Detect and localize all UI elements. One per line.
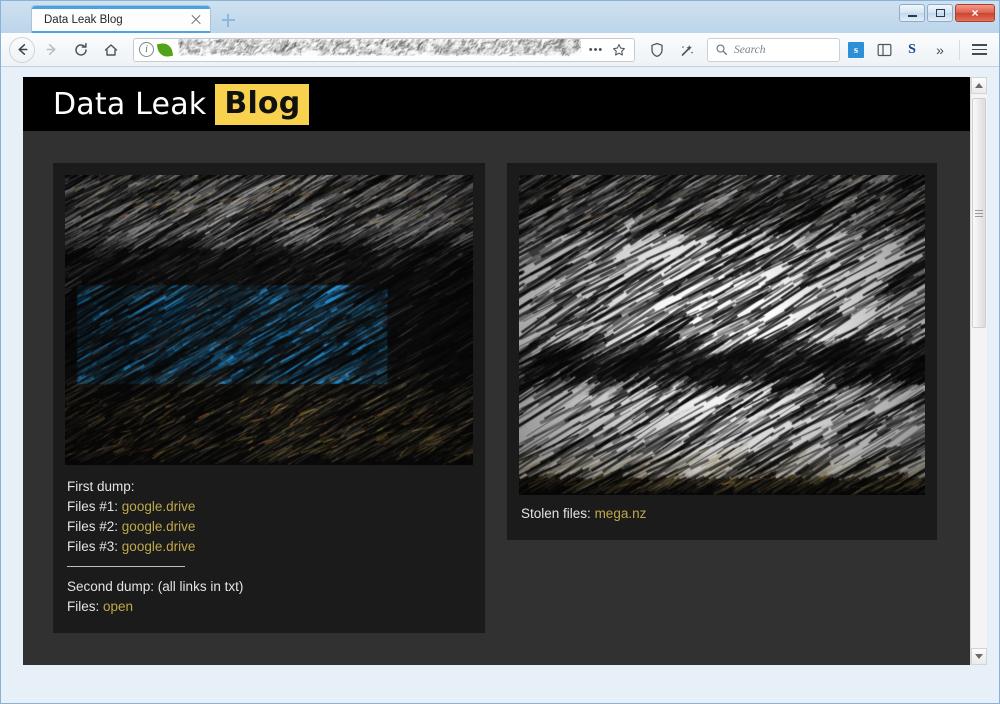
scribd-icon: S (908, 41, 916, 57)
post-thumbnail-redacted-blue (65, 175, 473, 465)
forward-button[interactable] (37, 36, 65, 64)
hamburger-menu-icon (971, 44, 987, 55)
pocket-button[interactable] (673, 36, 701, 64)
vertical-scrollbar[interactable] (970, 77, 987, 665)
sidebar-toggle-button[interactable] (872, 38, 896, 62)
browser-window: Data Leak Blog × i ••• Search s S » Data… (0, 0, 1000, 704)
tracking-protection-button[interactable] (643, 36, 671, 64)
post-line: Files #2: google.drive (67, 517, 471, 537)
site-header: Data Leak Blog (23, 77, 970, 131)
post-link[interactable]: google.drive (122, 539, 196, 554)
chevron-double-right-icon: » (936, 41, 944, 58)
scroll-up-button[interactable] (971, 77, 987, 94)
post-line: Files #3: google.drive (67, 537, 471, 557)
post-line: First dump: (67, 477, 471, 497)
post-card-right[interactable]: Stolen files: mega.nz (507, 163, 937, 540)
overflow-menu-button[interactable]: » (928, 38, 952, 62)
home-button[interactable] (97, 36, 125, 64)
site-logo[interactable]: Data Leak Blog (53, 83, 310, 125)
post-link[interactable]: mega.nz (595, 506, 647, 521)
leaf-icon (156, 41, 174, 58)
back-button[interactable] (9, 36, 35, 63)
toolbar-right-group: Search s S » (703, 37, 991, 62)
post-grid: First dump: Files #1: google.drive Files… (23, 131, 970, 633)
post-link[interactable]: google.drive (122, 499, 196, 514)
site-info-icon[interactable]: i (139, 42, 154, 57)
post-thumbnail-redacted-white (519, 175, 925, 495)
post-line: Second dump: (all links in txt) (67, 577, 471, 597)
post-label: Files #1: (67, 498, 119, 514)
site-title-plain: Data Leak (53, 86, 207, 122)
post-body-right: Stolen files: mega.nz (519, 495, 925, 528)
extension-sync-badge-button[interactable]: s (844, 38, 868, 62)
title-bar: Data Leak Blog × (1, 1, 999, 33)
reload-button[interactable] (67, 36, 95, 64)
web-page: Data Leak Blog First dump: Files #1: goo… (23, 77, 970, 665)
post-line: Files #1: google.drive (67, 497, 471, 517)
site-title-highlight: Blog (215, 83, 310, 125)
close-window-icon: × (971, 6, 979, 20)
app-menu-button[interactable] (967, 38, 991, 62)
maximize-button[interactable] (927, 4, 953, 22)
arrow-left-icon (17, 44, 27, 55)
minimize-icon (900, 5, 924, 21)
post-body-left: First dump: Files #1: google.drive Files… (65, 465, 473, 621)
browser-viewport: Data Leak Blog First dump: Files #1: goo… (23, 77, 987, 665)
scrollbar-thumb[interactable] (972, 98, 986, 328)
url-bar-actions: ••• (587, 41, 630, 59)
home-icon (104, 43, 118, 56)
sync-badge-icon: s (848, 41, 864, 58)
extension-scribd-button[interactable]: S (900, 38, 924, 62)
maximize-icon (928, 5, 952, 21)
sidebar-icon (877, 43, 891, 56)
search-placeholder: Search (734, 43, 766, 56)
post-text: First dump: (67, 479, 135, 494)
close-window-button[interactable]: × (955, 4, 995, 22)
post-label: Files #3: (67, 538, 119, 554)
tab-title: Data Leak Blog (44, 13, 123, 26)
post-line: Stolen files: mega.nz (521, 504, 923, 524)
shield-icon (651, 42, 663, 57)
scrollbar-track[interactable] (971, 94, 987, 648)
tab-strip: Data Leak Blog (31, 5, 241, 33)
scrollbar-grip-icon (975, 209, 983, 217)
post-link[interactable]: open (103, 599, 133, 614)
toolbar-divider (959, 39, 960, 60)
section-divider (67, 565, 185, 567)
page-actions-icon[interactable]: ••• (587, 41, 605, 59)
search-icon (716, 44, 728, 56)
post-label: Files: (67, 598, 100, 614)
reload-icon (75, 42, 87, 56)
window-controls: × (899, 4, 995, 22)
url-text-redacted[interactable] (178, 38, 581, 61)
search-input[interactable]: Search (707, 37, 840, 62)
magic-wand-icon (681, 44, 693, 56)
minimize-button[interactable] (899, 4, 925, 22)
post-label: Files #2: (67, 518, 119, 534)
bookmark-star-icon[interactable] (610, 41, 628, 59)
post-card-left[interactable]: First dump: Files #1: google.drive Files… (53, 163, 485, 633)
post-text: Second dump: (all links in txt) (67, 578, 244, 594)
tab-data-leak-blog[interactable]: Data Leak Blog (31, 5, 211, 33)
new-tab-icon[interactable] (215, 7, 241, 33)
post-label: Stolen files: (521, 506, 591, 521)
post-line: Files: open (67, 597, 471, 617)
navigation-toolbar: i ••• Search s S » (1, 33, 999, 67)
post-link[interactable]: google.drive (122, 519, 196, 534)
scroll-down-button[interactable] (971, 648, 987, 665)
arrow-right-icon (46, 44, 56, 55)
content-area: Data Leak Blog First dump: Files #1: goo… (1, 67, 999, 703)
url-bar[interactable]: i ••• (133, 37, 635, 62)
star-icon (613, 43, 625, 56)
close-icon[interactable] (188, 12, 204, 28)
